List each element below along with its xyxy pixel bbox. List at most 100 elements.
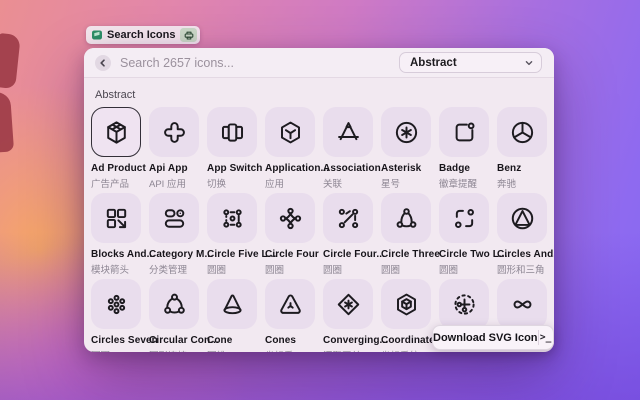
chevron-down-icon (525, 60, 533, 65)
coordinate-system-icon (396, 293, 416, 315)
icon-cell-blocks-and-arrows[interactable]: Blocks And... 模块箭头 (91, 193, 155, 279)
icon-label: Circular Con... (149, 335, 219, 346)
icon-cell-category-management[interactable]: Category M... 分类管理 (149, 193, 214, 279)
icon-label: Cone (207, 335, 233, 346)
icon-label: Circles Seven (91, 335, 158, 346)
icon-cell-cone[interactable]: Cone 圆锥 (207, 279, 257, 352)
icon-label: Ad Product (91, 163, 146, 174)
search-input[interactable]: Search 2657 icons... (120, 56, 399, 70)
icon-label-zh: 圆圈 (91, 348, 141, 352)
terminal-icon[interactable]: >_ (538, 332, 553, 343)
icon-card[interactable] (381, 193, 431, 243)
ad-product-icon (106, 120, 126, 144)
circle-five-line-icon (222, 208, 242, 228)
icon-label-zh: API 应用 (149, 179, 186, 190)
icon-browser-window: Search 2657 icons... Abstract Abstract A… (84, 48, 554, 352)
icon-cell-coordinate-system[interactable]: Coordinate... 坐标系统 (381, 279, 444, 352)
icon-card[interactable] (497, 279, 547, 329)
back-button[interactable] (95, 54, 111, 71)
icon-cell-association[interactable]: Association 关联 (323, 107, 381, 193)
icon-cell-app-switch[interactable]: App Switch 切换 (207, 107, 263, 193)
icon-card[interactable] (207, 107, 257, 157)
icon-card[interactable] (265, 279, 315, 329)
icon-label: Benz (497, 163, 522, 174)
icon-cell-circle-four-line[interactable]: Circle Four... 圆圈 (323, 193, 385, 279)
icon-cell-circular-connection[interactable]: Circular Con... 圆形连接 (149, 279, 219, 352)
icon-card[interactable] (207, 193, 257, 243)
mobius-ring-icon (513, 300, 531, 308)
icon-cell-ad-product[interactable]: Ad Product 广告产品 (91, 107, 146, 193)
icon-label: Asterisk (381, 163, 422, 174)
icon-label: Converging... (323, 335, 389, 346)
icon-card[interactable] (323, 193, 373, 243)
icon-cell-cones[interactable]: Cones 坐标系 (265, 279, 315, 352)
icon-card[interactable] (439, 279, 489, 329)
icon-cell-benz[interactable]: Benz 奔驰 (497, 107, 547, 193)
icon-label-zh: 模块箭头 (91, 265, 130, 276)
icon-cell-converging-gateway[interactable]: Converging... 汇聚网关 (323, 279, 389, 352)
launcher-title: Search Icons (107, 29, 176, 41)
printer-badge[interactable] (180, 28, 198, 42)
icon-label-zh: 坐标系统 (381, 348, 431, 352)
category-dropdown[interactable]: Abstract (399, 52, 542, 73)
icon-card[interactable] (91, 107, 141, 157)
circular-connection-icon (163, 293, 185, 314)
icon-cell-circle-two-line[interactable]: Circle Two L... 圆圈 (439, 193, 507, 279)
icon-card[interactable] (439, 193, 489, 243)
icon-label: Circles And... (497, 249, 554, 260)
icon-label-zh: 切换 (207, 179, 227, 190)
icon-card[interactable] (265, 193, 315, 243)
circle-three-icon (396, 207, 416, 228)
icon-card[interactable] (323, 107, 373, 157)
icon-cell-circles-and-triangles[interactable]: Circles And... 圆形和三角 (497, 193, 554, 279)
icon-card[interactable] (381, 279, 431, 329)
icon-label: Circle Three (381, 249, 441, 260)
icon-label-zh: 圆形连接 (149, 348, 199, 352)
asterisk-icon (395, 121, 417, 143)
icon-card[interactable] (149, 279, 199, 329)
chevron-left-icon (100, 58, 105, 67)
icon-card[interactable] (91, 279, 141, 329)
section-title: Abstract (95, 89, 136, 101)
dropdown-value: Abstract (410, 56, 457, 69)
launcher-pill[interactable]: Search Icons (86, 26, 201, 44)
icon-label: Circle Five L... (207, 249, 277, 260)
icon-label-zh: 广告产品 (91, 179, 130, 190)
cone-icon (222, 293, 242, 314)
icon-grid: Ad Product 广告产品 Api App API 应用 App Switch 切换 A… (91, 107, 554, 352)
icon-cell-circle-three[interactable]: Circle Three 圆圈 (381, 193, 441, 279)
icon-label: Circle Four (265, 249, 319, 260)
icon-label: Circle Four... (323, 249, 385, 260)
search-header: Search 2657 icons... Abstract (84, 48, 554, 78)
icon-cell-circles-seven[interactable]: Circles Seven 圆圈 (91, 279, 158, 352)
icon-card[interactable] (381, 107, 431, 157)
icon-label-zh: 圆圈 (381, 265, 401, 276)
icon-label-zh: 坐标系 (265, 348, 315, 352)
icon-cell-badge[interactable]: Badge 徽章提醒 (439, 107, 489, 193)
download-action-bar: Download SVG Icon >_ (432, 325, 554, 350)
icon-label: Category M... (149, 249, 214, 260)
icon-label: App Switch (207, 163, 263, 174)
icon-card[interactable] (497, 107, 547, 157)
download-svg-button[interactable]: Download SVG Icon (433, 332, 538, 344)
icon-cell-asterisk[interactable]: Asterisk 星号 (381, 107, 431, 193)
icon-cell-application[interactable]: Application... 应用 (265, 107, 329, 193)
icon-label-zh: 关联 (323, 179, 343, 190)
icon-card[interactable] (323, 279, 373, 329)
icon-cell-circle-four[interactable]: Circle Four 圆圈 (265, 193, 319, 279)
category-management-icon (164, 208, 184, 228)
cones-icon (279, 293, 301, 314)
icon-card[interactable] (265, 107, 315, 157)
icon-card[interactable] (497, 193, 547, 243)
icon-cell-circle-five-line[interactable]: Circle Five L... 圆圈 (207, 193, 277, 279)
icon-card[interactable] (91, 193, 141, 243)
icon-label: Coordinate... (381, 335, 444, 346)
api-app-icon (163, 121, 185, 143)
icon-label: Badge (439, 163, 471, 174)
icon-cell-api-app[interactable]: Api App API 应用 (149, 107, 199, 193)
icon-card[interactable] (207, 279, 257, 329)
icon-card[interactable] (149, 193, 199, 243)
icon-card[interactable] (149, 107, 199, 157)
icon-card[interactable] (439, 107, 489, 157)
application-icon (280, 121, 300, 143)
